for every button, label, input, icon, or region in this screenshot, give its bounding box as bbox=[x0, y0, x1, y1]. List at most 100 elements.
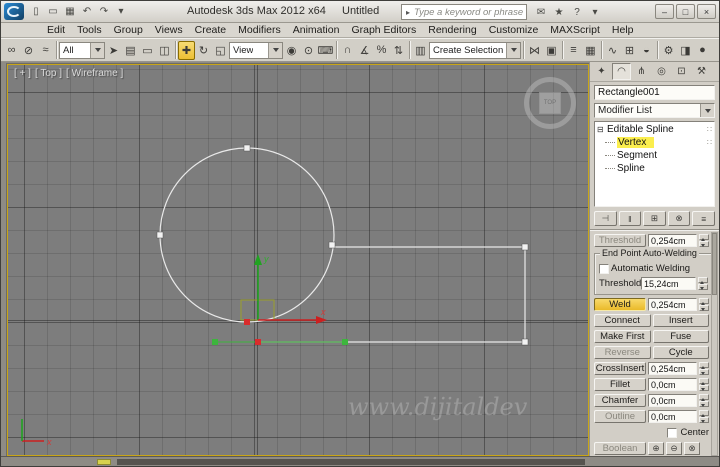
rectangular-selection-icon[interactable]: ▭ bbox=[139, 41, 156, 60]
pin-stack-icon[interactable]: ⊣ bbox=[594, 211, 617, 226]
configure-modifier-sets-icon[interactable]: ≡ bbox=[692, 211, 715, 226]
cycle-button[interactable]: Cycle bbox=[652, 346, 709, 359]
tab-utilities[interactable]: ⚒ bbox=[692, 63, 711, 80]
schematic-view-icon[interactable]: ⊞ bbox=[621, 41, 638, 60]
panel-scrollbar[interactable] bbox=[711, 232, 718, 456]
angle-snap-icon[interactable]: ∡ bbox=[356, 41, 373, 60]
fillet-field[interactable]: 0,0cm bbox=[648, 378, 697, 391]
viewport-menu-pov[interactable]: [ Top ] bbox=[35, 68, 62, 79]
automatic-welding-checkbox[interactable] bbox=[599, 263, 609, 274]
save-icon[interactable]: ▦ bbox=[62, 4, 78, 20]
tab-create[interactable]: ✦ bbox=[592, 63, 611, 80]
select-and-scale-icon[interactable]: ◱ bbox=[212, 41, 229, 60]
undo-icon[interactable]: ↶ bbox=[79, 4, 95, 20]
bind-to-spacewarp-icon[interactable]: ≈ bbox=[37, 41, 54, 60]
outline-spinner[interactable] bbox=[699, 410, 709, 423]
tab-modify[interactable]: ◠ bbox=[612, 63, 631, 80]
menu-maxscript[interactable]: MAXScript bbox=[544, 23, 606, 38]
chamfer-field[interactable]: 0,0cm bbox=[648, 394, 697, 407]
scrollbar-thumb[interactable] bbox=[712, 233, 717, 295]
weld-threshold-field[interactable]: 15,24cm bbox=[641, 277, 696, 290]
vertex-junction[interactable] bbox=[328, 241, 336, 249]
boolean-union-icon[interactable]: ⊕ bbox=[648, 442, 664, 455]
connect-threshold-field[interactable]: 0,254cm bbox=[648, 234, 697, 247]
spinner-snap-icon[interactable]: ⇅ bbox=[390, 41, 407, 60]
redo-icon[interactable]: ↷ bbox=[96, 4, 112, 20]
viewcube[interactable]: TOP bbox=[524, 77, 576, 129]
connect-threshold-spinner[interactable] bbox=[699, 234, 709, 247]
vertex-rect-topright[interactable] bbox=[521, 243, 529, 251]
render-setup-icon[interactable]: ⚙ bbox=[660, 41, 677, 60]
layer-manager-icon[interactable]: ≡ bbox=[565, 41, 582, 60]
unlink-selection-icon[interactable]: ⊘ bbox=[20, 41, 37, 60]
chamfer-spinner[interactable] bbox=[699, 394, 709, 407]
fillet-button[interactable]: Fillet bbox=[594, 378, 646, 391]
curve-editor-icon[interactable]: ∿ bbox=[604, 41, 621, 60]
viewport-menu-shading[interactable]: [ Wireframe ] bbox=[66, 68, 123, 79]
viewport-menu-general[interactable]: [ + ] bbox=[14, 68, 31, 79]
percent-snap-icon[interactable]: % bbox=[373, 41, 390, 60]
material-editor-icon[interactable]: ◒ bbox=[638, 41, 655, 60]
close-button[interactable]: × bbox=[697, 4, 716, 19]
toolbar-options-icon[interactable]: ▾ bbox=[113, 4, 129, 20]
select-and-rotate-icon[interactable]: ↻ bbox=[195, 41, 212, 60]
open-file-icon[interactable]: ▭ bbox=[45, 4, 61, 20]
menu-group[interactable]: Group bbox=[108, 23, 149, 38]
chamfer-button[interactable]: Chamfer bbox=[594, 394, 646, 407]
new-file-icon[interactable]: ▯ bbox=[28, 4, 44, 20]
insert-button[interactable]: Insert bbox=[652, 314, 709, 327]
fuse-button[interactable]: Fuse bbox=[652, 330, 709, 343]
menu-animation[interactable]: Animation bbox=[287, 23, 346, 38]
maximize-button[interactable]: □ bbox=[676, 4, 695, 19]
connect-button[interactable]: Connect bbox=[594, 314, 651, 327]
chevron-down-icon[interactable] bbox=[506, 42, 520, 58]
vertex-selected-rect-end[interactable] bbox=[255, 339, 261, 345]
time-slider-handle[interactable] bbox=[97, 459, 111, 465]
cross-insert-button[interactable]: CrossInsert bbox=[594, 362, 646, 375]
menu-edit[interactable]: Edit bbox=[41, 23, 71, 38]
stack-item-spline[interactable]: Spline bbox=[595, 162, 714, 175]
weld-spinner[interactable] bbox=[699, 298, 709, 311]
window-crossing-icon[interactable]: ◫ bbox=[156, 41, 173, 60]
spline-rectangle[interactable] bbox=[258, 246, 526, 343]
stack-item-vertex[interactable]: Vertex ∷ bbox=[595, 136, 714, 149]
reference-coordinate-dropdown[interactable]: View bbox=[229, 41, 283, 59]
tab-motion[interactable]: ◎ bbox=[652, 63, 671, 80]
chevron-down-icon[interactable] bbox=[700, 104, 714, 117]
stack-item-segment[interactable]: Segment bbox=[595, 149, 714, 162]
show-end-result-icon[interactable]: ‖ bbox=[618, 211, 642, 226]
make-first-button[interactable]: Make First bbox=[594, 330, 651, 343]
center-checkbox[interactable] bbox=[667, 427, 678, 438]
minimize-button[interactable]: – bbox=[655, 4, 674, 19]
cross-insert-field[interactable]: 0,254cm bbox=[648, 362, 697, 375]
make-unique-icon[interactable]: ⊞ bbox=[643, 211, 666, 226]
keyboard-override-icon[interactable]: ⌨ bbox=[317, 41, 334, 60]
tab-hierarchy[interactable]: ⋔ bbox=[632, 63, 651, 80]
fillet-spinner[interactable] bbox=[699, 378, 709, 391]
stack-root-editable-spline[interactable]: ⊟ Editable Spline ∷ bbox=[595, 123, 714, 136]
select-by-name-icon[interactable]: ▤ bbox=[122, 41, 139, 60]
spline-circle[interactable] bbox=[159, 147, 335, 323]
menu-modifiers[interactable]: Modifiers bbox=[232, 23, 287, 38]
object-name-field[interactable]: Rectangle001 bbox=[594, 85, 715, 100]
modifier-list-dropdown[interactable]: Modifier List bbox=[594, 103, 715, 118]
menu-tools[interactable]: Tools bbox=[71, 23, 108, 38]
select-and-link-icon[interactable]: ∞ bbox=[3, 41, 20, 60]
align-icon[interactable]: ▣ bbox=[543, 41, 560, 60]
vertex-circle-left[interactable] bbox=[156, 231, 164, 239]
menu-rendering[interactable]: Rendering bbox=[422, 23, 482, 38]
rendered-frame-icon[interactable]: ◨ bbox=[677, 41, 694, 60]
chevron-down-icon[interactable] bbox=[268, 42, 282, 58]
bezier-handle-left[interactable] bbox=[212, 339, 218, 345]
search-input[interactable] bbox=[414, 6, 526, 18]
weld-button[interactable]: Weld bbox=[594, 298, 646, 311]
3ds-max-logo-icon[interactable] bbox=[4, 3, 24, 20]
menu-create[interactable]: Create bbox=[189, 23, 233, 38]
boolean-subtract-icon[interactable]: ⊖ bbox=[666, 442, 682, 455]
outline-field[interactable]: 0,0cm bbox=[648, 410, 697, 423]
named-selection-sets-icon[interactable]: ▥ bbox=[412, 41, 429, 60]
ribbon-toggle-icon[interactable]: ▦ bbox=[582, 41, 599, 60]
menu-help[interactable]: Help bbox=[606, 23, 640, 38]
bezier-handle-right[interactable] bbox=[342, 339, 348, 345]
search-flyout-icon[interactable]: ▸ bbox=[402, 8, 414, 17]
